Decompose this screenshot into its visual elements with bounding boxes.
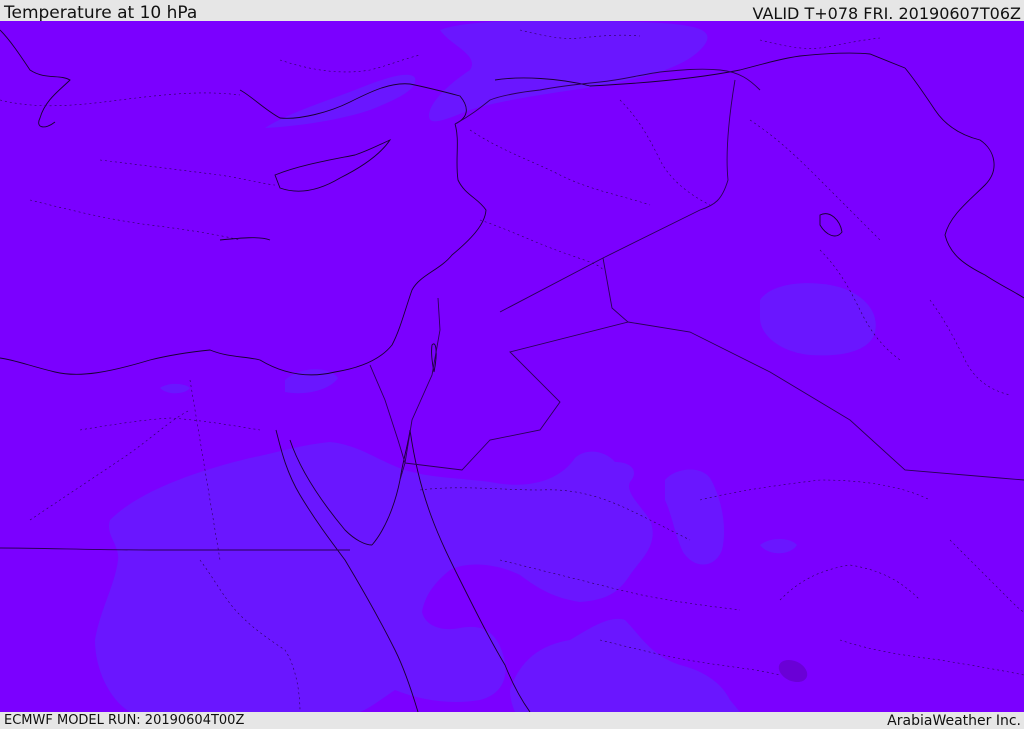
map-title: Temperature at 10 hPa <box>4 3 198 23</box>
header-bar: Temperature at 10 hPa VALID T+078 FRI. 2… <box>0 0 1024 23</box>
weather-map <box>0 21 1024 712</box>
footer-bar: ECMWF MODEL RUN: 20190604T00Z ArabiaWeat… <box>0 712 1024 729</box>
model-run: ECMWF MODEL RUN: 20190604T00Z <box>4 713 245 728</box>
credit: ArabiaWeather Inc. <box>887 713 1021 729</box>
